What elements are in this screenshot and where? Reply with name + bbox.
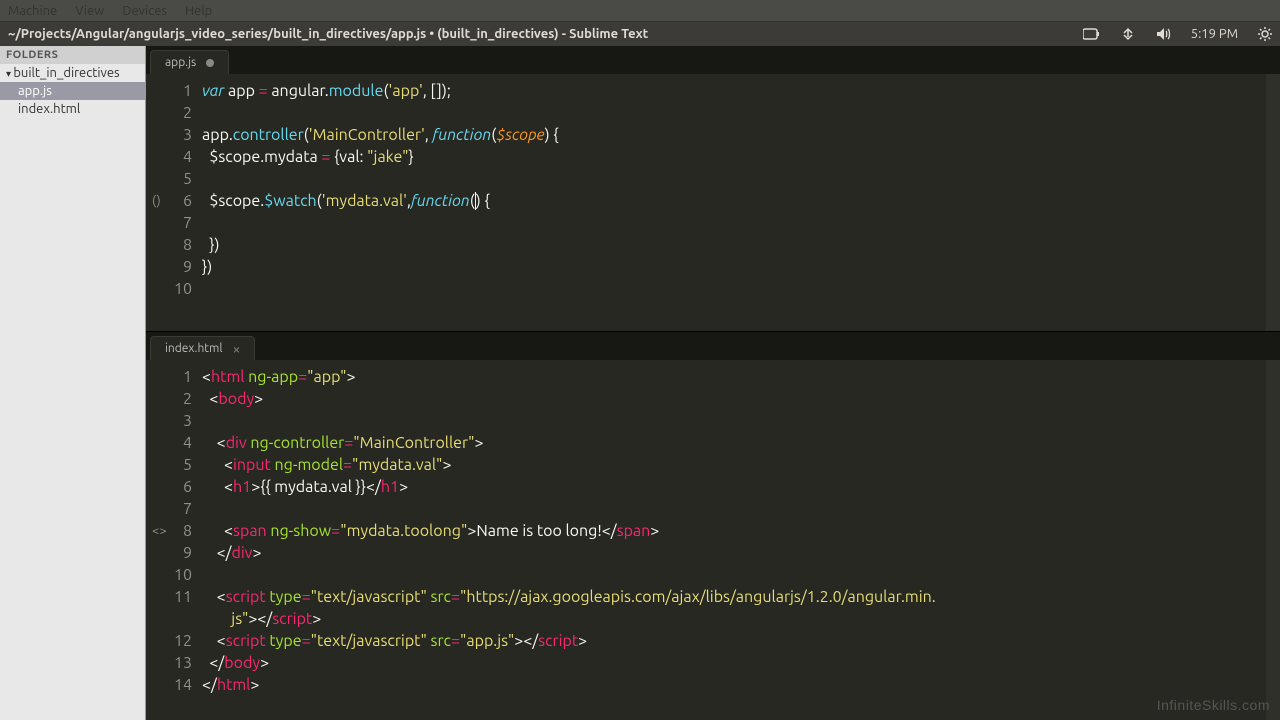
tabbar-top: app.js [146,46,1280,74]
sidebar-file-appjs[interactable]: app.js [0,82,145,100]
gear-icon[interactable] [1256,25,1274,43]
gutter-bottom: 12345678<>91011121314 [146,360,202,720]
volume-icon[interactable] [1155,25,1173,43]
tab-appjs[interactable]: app.js [150,50,229,74]
menu-devices[interactable]: Devices [122,4,167,18]
menu-help[interactable]: Help [185,4,212,18]
close-icon[interactable]: × [233,342,241,356]
battery-icon[interactable] [1083,25,1101,43]
sublime-editor: FOLDERS built_in_directives app.js index… [0,46,1280,720]
tab-label: index.html [165,342,223,355]
sidebar-folder-root[interactable]: built_in_directives [0,64,145,82]
ubuntu-panel: ~/Projects/Angular/angularjs_video_serie… [0,22,1280,46]
code-bottom[interactable]: <html ng-app="app"> <body> <div ng-contr… [202,360,1280,720]
sidebar-header: FOLDERS [0,46,145,64]
code-top[interactable]: var app = angular.module('app', []);app.… [202,74,1280,331]
scrollbar[interactable] [1266,74,1280,331]
window-title: ~/Projects/Angular/angularjs_video_serie… [6,27,1083,41]
vm-menubar: Machine View Devices Help [0,0,1280,22]
tabbar-bottom: index.html × [146,332,1280,360]
menu-machine[interactable]: Machine [8,4,57,18]
dirty-indicator-icon [206,59,214,67]
sidebar: FOLDERS built_in_directives app.js index… [0,46,146,720]
editor-pane-bottom[interactable]: 12345678<>91011121314 <html ng-app="app"… [146,360,1280,720]
gutter-top: 123456()78910 [146,74,202,331]
sidebar-file-indexhtml[interactable]: index.html [0,100,145,118]
clock[interactable]: 5:19 PM [1191,27,1238,41]
network-icon[interactable] [1119,25,1137,43]
editor-pane-top[interactable]: 123456()78910 var app = angular.module('… [146,74,1280,332]
menu-view[interactable]: View [75,4,104,18]
tab-indexhtml[interactable]: index.html × [150,336,255,360]
tab-label: app.js [165,56,196,69]
watermark: InfiniteSkills.com [1157,694,1270,716]
scrollbar[interactable] [1266,360,1280,720]
